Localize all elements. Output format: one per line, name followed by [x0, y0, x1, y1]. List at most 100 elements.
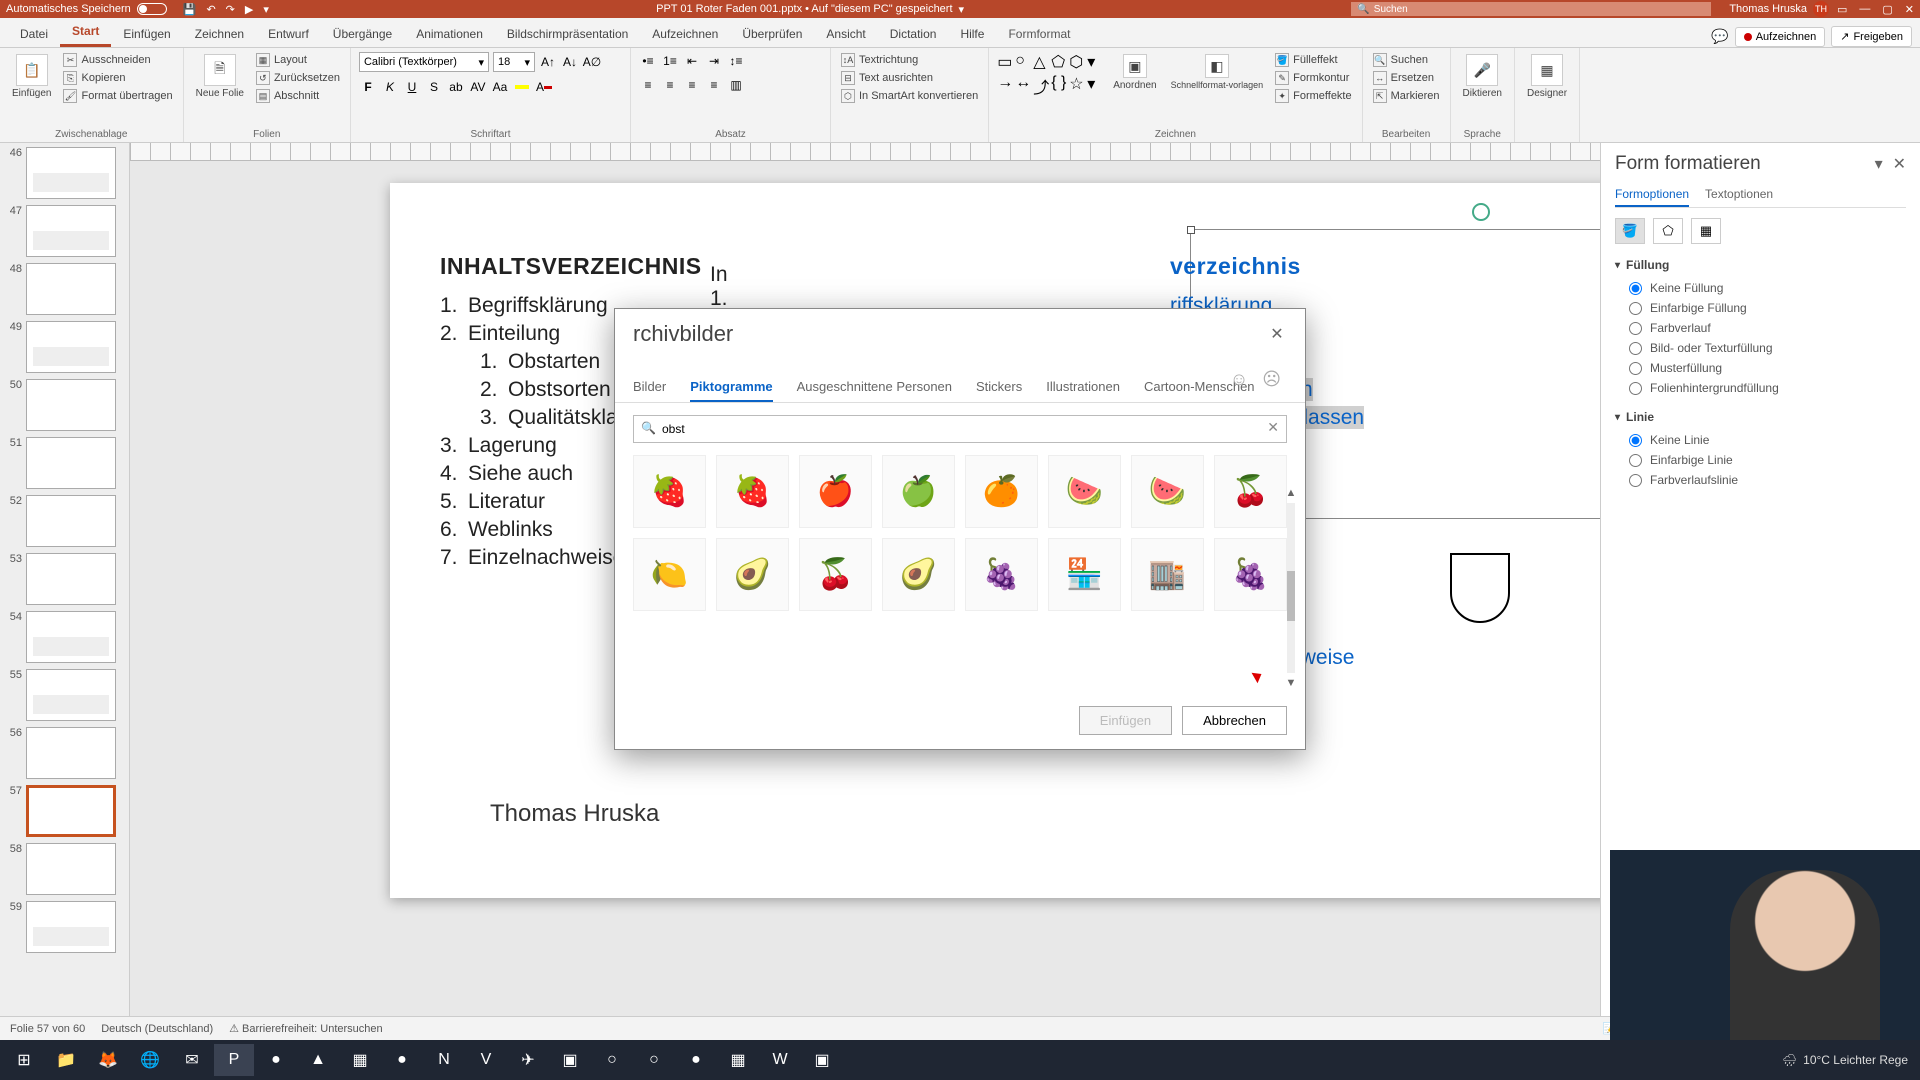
- thumb-47[interactable]: 47: [2, 205, 127, 257]
- shape-icon[interactable]: { }: [1051, 74, 1067, 98]
- bullets-button[interactable]: •≡: [639, 52, 657, 70]
- icon-cell[interactable]: 🏪: [1048, 538, 1121, 611]
- tab-stickers[interactable]: Stickers: [976, 373, 1022, 402]
- opt-gradient-fill[interactable]: Farbverlauf: [1615, 318, 1906, 338]
- app-icon[interactable]: V: [466, 1044, 506, 1076]
- dialog-scrollbar[interactable]: ▲ ▼: [1283, 487, 1299, 689]
- thumb-50[interactable]: 50: [2, 379, 127, 431]
- cut-button[interactable]: ✂Ausschneiden: [61, 52, 174, 68]
- tab-formformat[interactable]: Formformat: [996, 21, 1082, 47]
- grow-font-icon[interactable]: A↑: [539, 53, 557, 71]
- tab-hilfe[interactable]: Hilfe: [948, 21, 996, 47]
- align-right-button[interactable]: ≡: [683, 76, 701, 94]
- slide-thumbnails[interactable]: 46 47 48 49 50 51 52 53 54 55 56 57 58 5…: [0, 143, 130, 1016]
- icon-cell[interactable]: 🍊: [965, 455, 1038, 528]
- arrange-button[interactable]: ▣Anordnen: [1109, 52, 1160, 93]
- italic-button[interactable]: K: [381, 78, 399, 96]
- app-icon[interactable]: ○: [592, 1044, 632, 1076]
- powerpoint-icon[interactable]: P: [214, 1044, 254, 1076]
- opt-picture-fill[interactable]: Bild- oder Texturfüllung: [1615, 338, 1906, 358]
- app-icon[interactable]: ●: [382, 1044, 422, 1076]
- quick-styles-button[interactable]: ◧Schnellformat-vorlagen: [1167, 52, 1268, 92]
- shape-icon[interactable]: ▭: [997, 52, 1013, 72]
- opt-solid-fill[interactable]: Einfarbige Füllung: [1615, 298, 1906, 318]
- bold-button[interactable]: F: [359, 78, 377, 96]
- app-icon[interactable]: ●: [676, 1044, 716, 1076]
- thumb-58[interactable]: 58: [2, 843, 127, 895]
- highlight-button[interactable]: [513, 78, 531, 96]
- rotate-handle-icon[interactable]: [1472, 203, 1490, 221]
- word-icon[interactable]: W: [760, 1044, 800, 1076]
- tab-entwurf[interactable]: Entwurf: [256, 21, 321, 47]
- underline-button[interactable]: U: [403, 78, 421, 96]
- scroll-thumb[interactable]: [1287, 571, 1295, 621]
- app-icon[interactable]: ▣: [550, 1044, 590, 1076]
- align-left-button[interactable]: ≡: [639, 76, 657, 94]
- close-icon[interactable]: ✕: [1905, 3, 1914, 16]
- outlook-icon[interactable]: ✉: [172, 1044, 212, 1076]
- app-icon[interactable]: ○: [634, 1044, 674, 1076]
- opt-no-line[interactable]: Keine Linie: [1615, 430, 1906, 450]
- fill-line-tab-icon[interactable]: 🪣: [1615, 218, 1645, 244]
- thumb-52[interactable]: 52: [2, 495, 127, 547]
- fill-effect-button[interactable]: 🪣Fülleffekt: [1273, 52, 1354, 68]
- explorer-icon[interactable]: 📁: [46, 1044, 86, 1076]
- align-center-button[interactable]: ≡: [661, 76, 679, 94]
- autosave-toggle[interactable]: Automatisches Speichern: [6, 3, 167, 15]
- chevron-down-icon[interactable]: ▾: [959, 3, 965, 16]
- slide-counter[interactable]: Folie 57 von 60: [10, 1023, 85, 1035]
- tab-praesentation[interactable]: Bildschirmpräsentation: [495, 21, 640, 47]
- app-icon[interactable]: ▦: [718, 1044, 758, 1076]
- copy-button[interactable]: ⎘Kopieren: [61, 70, 174, 86]
- spacing-button[interactable]: AV: [469, 78, 487, 96]
- redo-icon[interactable]: ↷: [226, 3, 235, 16]
- system-tray[interactable]: 🌧10°C Leichter Rege: [1782, 1053, 1916, 1067]
- scroll-up-icon[interactable]: ▲: [1286, 487, 1297, 499]
- comments-icon[interactable]: 💬: [1711, 28, 1728, 45]
- tab-einfuegen[interactable]: Einfügen: [111, 21, 182, 47]
- new-slide-button[interactable]: 🗎Neue Folie: [192, 52, 248, 101]
- sad-face-icon[interactable]: ☹: [1262, 369, 1281, 390]
- record-button[interactable]: Aufzeichnen: [1735, 27, 1826, 47]
- outline-button[interactable]: ✎Formkontur: [1273, 70, 1354, 86]
- icon-cell[interactable]: 🥑: [716, 538, 789, 611]
- tab-ansicht[interactable]: Ansicht: [814, 21, 877, 47]
- layout-button[interactable]: ▦Layout: [254, 52, 342, 68]
- shape-icon[interactable]: ☆: [1069, 74, 1085, 98]
- tab-form-options[interactable]: Formoptionen: [1615, 183, 1689, 207]
- tab-piktogramme[interactable]: Piktogramme: [690, 373, 772, 402]
- indent-button[interactable]: ⇥: [705, 52, 723, 70]
- user-account[interactable]: Thomas Hruska TH: [1729, 1, 1829, 17]
- tab-animationen[interactable]: Animationen: [404, 21, 495, 47]
- app-icon[interactable]: ▲: [298, 1044, 338, 1076]
- line-section-header[interactable]: Linie: [1615, 410, 1906, 424]
- opt-background-fill[interactable]: Folienhintergrundfüllung: [1615, 378, 1906, 398]
- tab-personen[interactable]: Ausgeschnittene Personen: [797, 373, 952, 402]
- thumb-49[interactable]: 49: [2, 321, 127, 373]
- format-painter-button[interactable]: 🖌Format übertragen: [61, 88, 174, 104]
- icon-cell[interactable]: 🍓: [633, 455, 706, 528]
- designer-button[interactable]: ▦Designer: [1523, 52, 1571, 101]
- tab-start[interactable]: Start: [60, 18, 111, 47]
- tab-text-options[interactable]: Textoptionen: [1705, 183, 1773, 207]
- app-icon[interactable]: ▣: [802, 1044, 842, 1076]
- text-direction-button[interactable]: ↕ATextrichtung: [839, 52, 980, 68]
- columns-button[interactable]: ▥: [727, 76, 745, 94]
- start-button[interactable]: ⊞: [4, 1044, 44, 1076]
- opt-gradient-line[interactable]: Farbverlaufslinie: [1615, 470, 1906, 490]
- font-size-select[interactable]: 18▾: [493, 52, 535, 72]
- dictate-button[interactable]: 🎤Diktieren: [1459, 52, 1506, 101]
- shape-icon[interactable]: ⤴: [1033, 74, 1049, 98]
- tab-uebergaenge[interactable]: Übergänge: [321, 21, 404, 47]
- shapes-gallery[interactable]: ▭○△⬠⬡▾ →↔⤴{ }☆▾: [997, 52, 1103, 98]
- thumb-54[interactable]: 54: [2, 611, 127, 663]
- shape-icon[interactable]: ▾: [1087, 74, 1103, 98]
- icon-cell[interactable]: 🍉: [1048, 455, 1121, 528]
- accessibility-status[interactable]: ⚠ Barrierefreiheit: Untersuchen: [229, 1022, 383, 1035]
- icon-cell[interactable]: 🍇: [965, 538, 1038, 611]
- icon-cell[interactable]: 🍇: [1214, 538, 1287, 611]
- thumb-59[interactable]: 59: [2, 901, 127, 953]
- shape-icon[interactable]: ⬠: [1051, 52, 1067, 72]
- fill-section-header[interactable]: Füllung: [1615, 258, 1906, 272]
- font-color-button[interactable]: A: [535, 78, 553, 96]
